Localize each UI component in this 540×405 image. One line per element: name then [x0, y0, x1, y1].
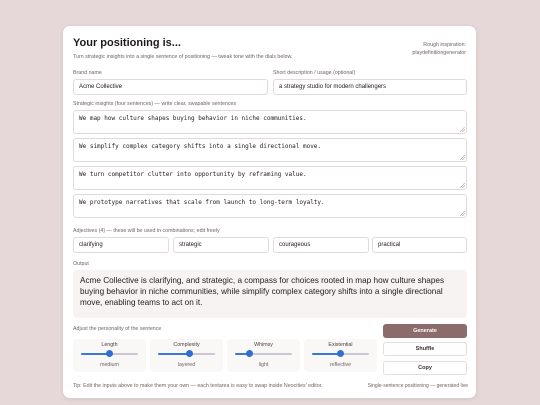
output-sentence: Acme Collective is clarifying, and strat… [73, 270, 467, 318]
dial-whimsy-value: light [258, 362, 269, 368]
resize-grip-icon[interactable] [460, 211, 465, 216]
brand-name-label: Brand name [73, 70, 102, 76]
dial-length-value: medium [100, 362, 119, 368]
brand-name-input[interactable]: Acme Collective [73, 79, 268, 95]
insights-label: Strategic insights (four sentences) — wr… [73, 101, 237, 107]
dial-whimsy-slider[interactable] [235, 350, 292, 357]
dial-whimsy-thumb[interactable] [245, 350, 253, 357]
inspiration-source: playdefinitiongenerator [412, 50, 466, 56]
dial-length-label: Length [101, 342, 118, 348]
adjective-input-2[interactable]: strategic [173, 237, 269, 253]
resize-grip-icon[interactable] [460, 183, 465, 188]
dial-length-slider[interactable] [81, 350, 138, 357]
short-description-input[interactable]: a strategy studio for modern challengers [273, 79, 467, 95]
shuffle-button[interactable]: Shuffle [383, 342, 467, 356]
short-description-label: Short description / usage (optional) [273, 70, 356, 76]
dial-complexity-value: layered [177, 362, 196, 368]
inspiration-note: Rough inspiration: playdefinitiongenerat… [412, 41, 466, 57]
dials-label: Adjust the personality of the sentence [73, 326, 162, 332]
dial-existential-value: reflective [329, 362, 352, 368]
dial-complexity-thumb[interactable] [185, 350, 193, 357]
dial-whimsy: Whimsy light [227, 339, 300, 372]
insight-text-4: We prototype narratives that scale from … [79, 199, 325, 206]
dial-existential-slider[interactable] [312, 350, 369, 357]
page-title: Your positioning is... [73, 37, 181, 49]
adjectives-label: Adjectives (4) — these will be used in c… [73, 228, 220, 234]
insight-text-3: We turn competitor clutter into opportun… [79, 171, 307, 178]
dial-existential-thumb[interactable] [337, 350, 344, 357]
resize-grip-icon[interactable] [460, 127, 465, 132]
adjective-input-1[interactable]: clarifying [73, 237, 169, 253]
dial-length-thumb[interactable] [106, 350, 113, 357]
dial-complexity-label: Complexity [173, 342, 200, 348]
dial-complexity-fill [158, 353, 190, 355]
adjective-input-3[interactable]: courageous [273, 237, 369, 253]
footer-note: Single-sentence positioning — generated … [367, 383, 468, 389]
dial-complexity: Complexity layered [150, 339, 223, 372]
insight-text-1: We map how culture shapes buying behavio… [79, 115, 307, 122]
generate-button[interactable]: Generate [383, 324, 467, 338]
insight-textarea-3[interactable]: We turn competitor clutter into opportun… [73, 166, 467, 190]
insight-text-2: We simplify complex category shifts into… [79, 143, 322, 150]
copy-button[interactable]: Copy [383, 361, 467, 375]
insight-textarea-2[interactable]: We simplify complex category shifts into… [73, 138, 467, 162]
insight-textarea-4[interactable]: We prototype narratives that scale from … [73, 194, 467, 218]
dial-existential-label: Existential [328, 342, 353, 348]
dial-existential: Existential reflective [304, 339, 377, 372]
dial-complexity-slider[interactable] [158, 350, 215, 357]
inspiration-label: Rough inspiration: [423, 42, 466, 48]
dial-length: Length medium [73, 339, 146, 372]
resize-grip-icon[interactable] [460, 155, 465, 160]
insight-textarea-1[interactable]: We map how culture shapes buying behavio… [73, 110, 467, 134]
adjective-input-4[interactable]: practical [372, 237, 467, 253]
positioning-card: Your positioning is... Turn strategic in… [63, 26, 476, 398]
page-subtitle: Turn strategic insights into a single se… [73, 54, 293, 60]
dial-whimsy-label: Whimsy [254, 342, 273, 348]
output-label: Output [73, 261, 89, 267]
footer-tip: Tip: Edit the inputs above to make them … [73, 383, 323, 389]
